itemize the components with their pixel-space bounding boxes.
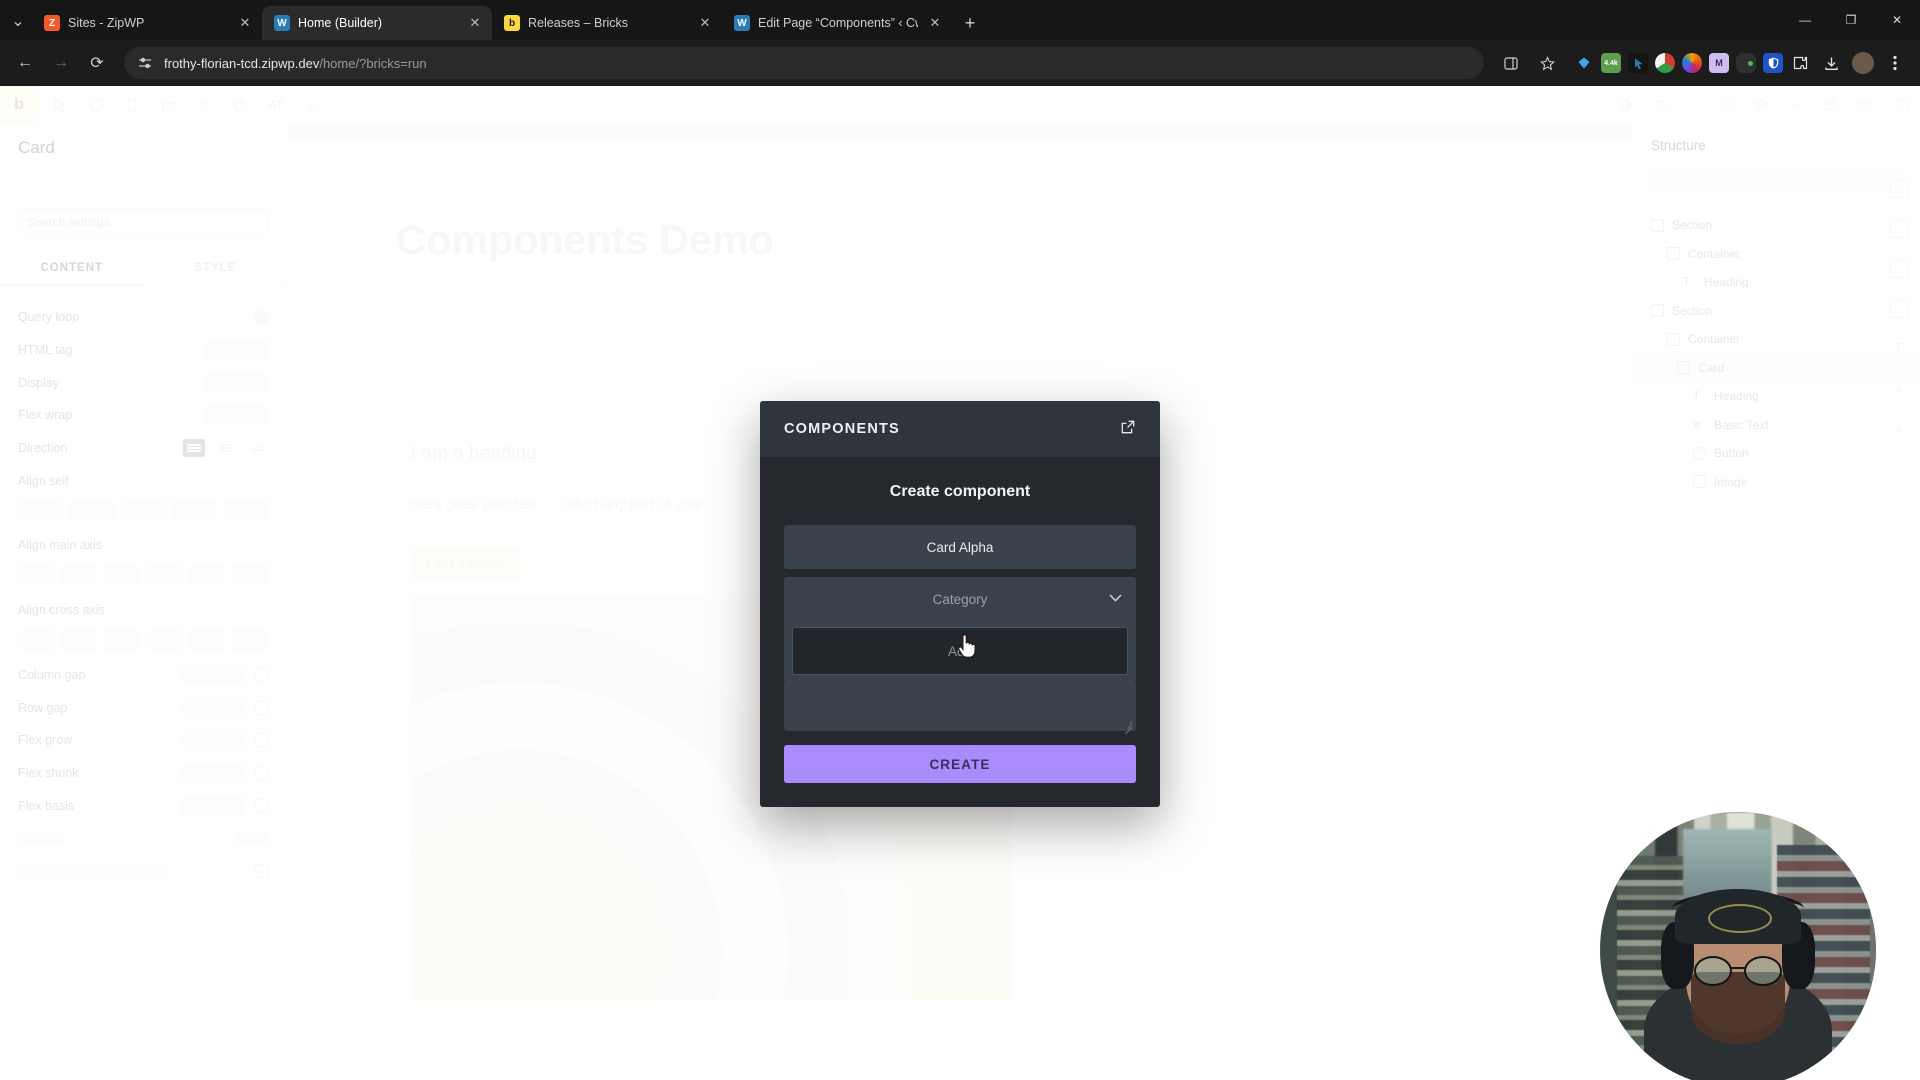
create-component-modal: COMPONENTS Create component Card Alpha C…: [760, 401, 1160, 807]
diamond-extension-icon[interactable]: [1574, 53, 1594, 73]
cursor-extension-icon[interactable]: [1628, 53, 1648, 73]
split-screen-icon[interactable]: [1496, 48, 1526, 78]
component-name-input[interactable]: Card Alpha: [784, 525, 1136, 569]
mail-extension-icon[interactable]: M: [1709, 53, 1729, 73]
toggle-extension-icon[interactable]: [1736, 53, 1756, 73]
puzzle-extensions-icon[interactable]: [1790, 53, 1810, 73]
url-text: frothy-florian-tcd.zipwp.dev/home/?brick…: [164, 56, 427, 71]
bricks-builder: b AT +: [0, 85, 1920, 1080]
counter-extension-icon[interactable]: 4.4k: [1601, 53, 1621, 73]
tab-search-icon[interactable]: ⌄: [4, 4, 32, 38]
component-name-value: Card Alpha: [926, 539, 994, 555]
minimize-button[interactable]: —: [1782, 0, 1828, 40]
person-cap: [1674, 889, 1802, 945]
wordpress-icon: W: [734, 15, 750, 31]
zipwp-icon: Z: [44, 15, 60, 31]
modal-subtitle: Create component: [889, 483, 1031, 500]
address-bar[interactable]: frothy-florian-tcd.zipwp.dev/home/?brick…: [124, 47, 1484, 79]
webcam-overlay: [1600, 812, 1876, 1080]
description-textarea[interactable]: [784, 683, 1136, 735]
modal-body: Create component Card Alpha Category Add: [760, 457, 1160, 807]
tab-close-icon[interactable]: ✕: [696, 14, 714, 32]
gradient-extension-icon[interactable]: [1682, 53, 1702, 73]
maximize-button[interactable]: ❐: [1828, 0, 1874, 40]
close-window-button[interactable]: ✕: [1874, 0, 1920, 40]
glasses-bridge: [1731, 966, 1745, 969]
wordpress-icon: W: [274, 15, 290, 31]
bookmark-star-icon[interactable]: [1532, 48, 1562, 78]
tab-strip: ⌄ Z Sites - ZipWP ✕ W Home (Builder) ✕ b…: [0, 0, 1920, 40]
tab-title: Edit Page “Components” ‹ Cwic: [758, 16, 918, 30]
site-info-icon[interactable]: [136, 54, 154, 72]
tab-title: Sites - ZipWP: [68, 16, 145, 30]
shield-extension-icon[interactable]: [1763, 53, 1783, 73]
window-controls: — ❐ ✕: [1782, 0, 1920, 40]
extensions-strip: 4.4k M: [1568, 53, 1810, 73]
browser-tab-0[interactable]: Z Sites - ZipWP ✕: [32, 6, 262, 40]
browser-toolbar: ← → ⟳ frothy-florian-tcd.zipwp.dev/home/…: [0, 40, 1920, 86]
tab-close-icon[interactable]: ✕: [466, 14, 484, 32]
bricks-icon: b: [504, 15, 520, 31]
glasses-right-lens: [1743, 955, 1783, 986]
url-path: /home/?bricks=run: [319, 55, 427, 71]
browser-tab-3[interactable]: W Edit Page “Components” ‹ Cwic ✕: [722, 6, 952, 40]
browser-window: ⌄ Z Sites - ZipWP ✕ W Home (Builder) ✕ b…: [0, 0, 1920, 1080]
create-button[interactable]: CREATE: [784, 745, 1136, 783]
category-select[interactable]: Category: [784, 577, 1136, 621]
modal-title: COMPONENTS: [784, 421, 900, 437]
tab-close-icon[interactable]: ✕: [236, 14, 254, 32]
tab-title: Releases – Bricks: [528, 16, 629, 30]
back-icon[interactable]: ←: [10, 48, 40, 78]
browser-tab-1[interactable]: W Home (Builder) ✕: [262, 6, 492, 40]
profile-avatar[interactable]: [1852, 52, 1874, 74]
browser-tab-2[interactable]: b Releases – Bricks ✕: [492, 6, 722, 40]
download-icon[interactable]: [1816, 48, 1846, 78]
tab-title: Home (Builder): [298, 16, 383, 30]
resize-handle-icon[interactable]: [1122, 718, 1133, 735]
category-placeholder: Category: [932, 591, 988, 607]
reload-icon[interactable]: ⟳: [82, 48, 112, 78]
mouse-cursor: [957, 634, 977, 665]
tab-close-icon[interactable]: ✕: [926, 14, 944, 32]
colorwheel-extension-icon[interactable]: [1655, 53, 1675, 73]
new-tab-button[interactable]: +: [956, 9, 984, 37]
glasses-left-lens: [1693, 955, 1733, 986]
forward-icon[interactable]: →: [46, 48, 76, 78]
url-host: frothy-florian-tcd.zipwp.dev: [164, 55, 320, 71]
modal-header: COMPONENTS: [760, 401, 1160, 457]
chevron-down-icon[interactable]: [1109, 593, 1122, 605]
open-external-icon[interactable]: [1120, 419, 1136, 440]
three-dot-menu-icon[interactable]: [1880, 48, 1910, 78]
